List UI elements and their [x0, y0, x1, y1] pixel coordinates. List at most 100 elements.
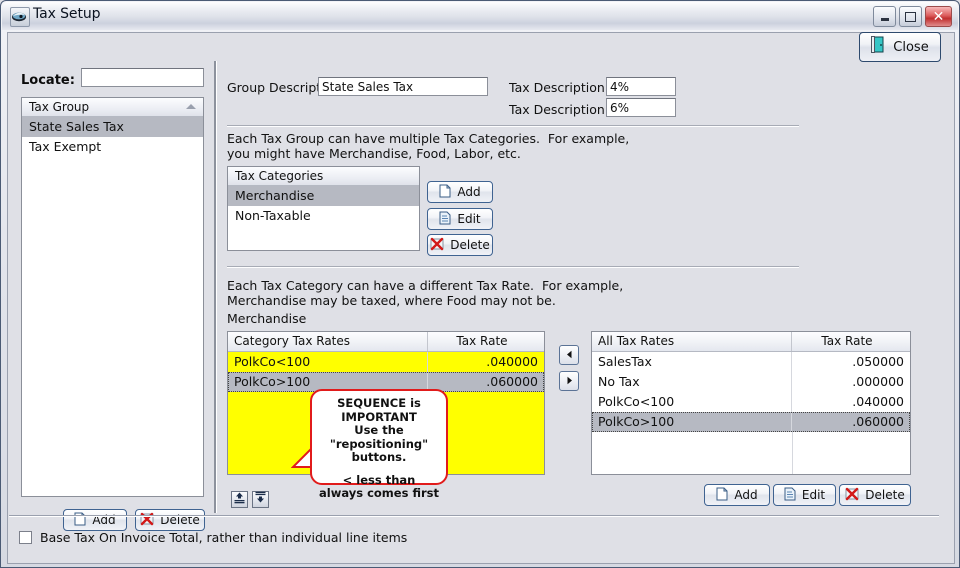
- locate-input[interactable]: [81, 68, 204, 87]
- categories-help-line-2: you might have Merchandise, Food, Labor,…: [227, 146, 521, 161]
- delete-x-icon: [430, 237, 444, 254]
- grid-column-header-rate[interactable]: Tax Rate: [792, 332, 910, 351]
- page-edit-icon: [439, 211, 451, 228]
- base-tax-checkbox[interactable]: [19, 531, 32, 544]
- callout-line-1: SEQUENCE is: [337, 396, 421, 410]
- tax-categories-header-label: Tax Categories: [235, 169, 324, 183]
- category-edit-label: Edit: [457, 212, 481, 226]
- move-up-icon: [233, 491, 246, 509]
- rates-help-line-1: Each Tax Category can have a different T…: [227, 278, 624, 293]
- delete-x-icon: [845, 487, 859, 504]
- group-add-button[interactable]: Add: [63, 509, 127, 531]
- tax-categories-list-header: Tax Categories: [228, 167, 419, 186]
- all-rates-edit-label: Edit: [801, 488, 826, 502]
- all-rates-delete-label: Delete: [865, 488, 905, 502]
- tax-setup-window: Tax Setup ✕ Close Locate: Tax Group Stat…: [0, 0, 960, 568]
- list-item[interactable]: State Sales Tax: [22, 117, 203, 137]
- table-row[interactable]: SalesTax .050000: [592, 352, 910, 372]
- list-item-label: Tax Exempt: [29, 139, 102, 154]
- close-button-label: Close: [893, 39, 929, 55]
- cell-rate-name: No Tax: [592, 372, 792, 392]
- arrow-left-icon: [565, 346, 574, 364]
- list-item-label: Non-Taxable: [235, 208, 311, 223]
- page-edit-icon: [784, 487, 796, 504]
- table-row[interactable]: No Tax .000000: [592, 372, 910, 392]
- cell-rate-name: PolkCo<100: [592, 392, 792, 412]
- move-up-button[interactable]: [231, 491, 248, 508]
- group-description-input[interactable]: [318, 77, 488, 96]
- list-item[interactable]: Non-Taxable: [228, 206, 419, 226]
- close-window-button[interactable]: ✕: [925, 6, 952, 27]
- grid-header-row: Category Tax Rates Tax Rate: [228, 332, 544, 352]
- tax-description-1-label: Tax Description 1:: [509, 80, 621, 95]
- all-rates-add-button[interactable]: Add: [704, 484, 770, 506]
- grid-column-header-name[interactable]: Category Tax Rates: [228, 332, 428, 351]
- category-add-button[interactable]: Add: [427, 181, 493, 203]
- list-item-label: Merchandise: [235, 188, 315, 203]
- callout-line-2: IMPORTANT: [341, 409, 417, 424]
- cell-rate-value: .060000: [852, 414, 904, 429]
- all-tax-rates-grid[interactable]: All Tax Rates Tax Rate SalesTax .050000 …: [591, 331, 911, 475]
- section-divider-middle: [227, 266, 799, 267]
- grid-header-row: All Tax Rates Tax Rate: [592, 332, 910, 352]
- tax-description-2-input[interactable]: [606, 98, 676, 117]
- current-category-label: Merchandise: [227, 311, 307, 326]
- tax-categories-listbox[interactable]: Tax Categories Merchandise Non-Taxable: [227, 166, 420, 251]
- tax-group-listbox[interactable]: Tax Group State Sales Tax Tax Exempt: [21, 97, 204, 497]
- table-row[interactable]: PolkCo<100 .040000: [228, 352, 544, 372]
- all-rates-add-label: Add: [734, 488, 758, 502]
- maximize-button[interactable]: [899, 6, 922, 27]
- grid-column-header-name[interactable]: All Tax Rates: [592, 332, 792, 351]
- title-bar: Tax Setup ✕: [2, 2, 958, 30]
- base-tax-checkbox-label: Base Tax On Invoice Total, rather than i…: [40, 530, 408, 545]
- callout-line-4: buttons.: [351, 450, 407, 464]
- tax-description-1-input[interactable]: [606, 77, 676, 96]
- cell-rate-name: PolkCo<100: [228, 352, 428, 372]
- left-panel: Locate: Tax Group State Sales Tax Tax Ex…: [15, 63, 210, 531]
- list-item[interactable]: Tax Exempt: [22, 137, 203, 157]
- cell-rate-value: .050000: [852, 354, 904, 369]
- close-button[interactable]: Close: [859, 32, 941, 62]
- category-add-label: Add: [457, 185, 481, 199]
- sort-ascending-icon: [186, 104, 196, 109]
- grid-column-header-rate[interactable]: Tax Rate: [428, 332, 544, 351]
- move-left-button[interactable]: [559, 345, 579, 365]
- callout-line-3: Use the "repositioning": [329, 423, 429, 451]
- close-icon: ✕: [932, 8, 945, 25]
- sequence-callout: SEQUENCE is IMPORTANT Use the "repositio…: [310, 389, 448, 500]
- category-edit-button[interactable]: Edit: [427, 208, 493, 230]
- callout-line-5: < less than: [342, 472, 416, 487]
- move-right-button[interactable]: [559, 371, 579, 391]
- all-rates-edit-button[interactable]: Edit: [773, 484, 836, 506]
- app-icon: [10, 7, 30, 27]
- move-down-button[interactable]: [252, 491, 269, 508]
- cell-rate-name: PolkCo>100: [592, 412, 792, 432]
- cell-rate-value: .040000: [852, 394, 904, 409]
- group-delete-button[interactable]: Delete: [135, 509, 205, 531]
- minimize-button[interactable]: [873, 6, 896, 27]
- grid-empty-area: [592, 432, 910, 474]
- section-divider-top: [227, 125, 799, 126]
- list-item[interactable]: Merchandise: [228, 186, 419, 206]
- tax-group-list-header[interactable]: Tax Group: [22, 98, 203, 117]
- cell-rate-name: SalesTax: [592, 352, 792, 372]
- window-controls: ✕: [873, 6, 952, 27]
- list-item-label: State Sales Tax: [29, 119, 124, 134]
- move-down-icon: [254, 491, 267, 509]
- tax-group-header-label: Tax Group: [29, 100, 90, 114]
- page-new-icon: [439, 184, 451, 201]
- rates-help-line-2: Merchandise may be taxed, where Food may…: [227, 293, 556, 308]
- callout-line-6: always comes first: [319, 486, 439, 500]
- category-delete-button[interactable]: Delete: [427, 234, 493, 256]
- cell-rate-value: .060000: [486, 374, 538, 389]
- category-delete-label: Delete: [450, 238, 490, 252]
- all-rates-delete-button[interactable]: Delete: [839, 484, 911, 506]
- table-row[interactable]: PolkCo>100 .060000: [592, 412, 910, 432]
- page-new-icon: [716, 487, 728, 504]
- panel-divider: [214, 61, 217, 513]
- cell-rate-value: .040000: [486, 354, 538, 369]
- table-row[interactable]: PolkCo<100 .040000: [592, 392, 910, 412]
- footer-divider: [9, 515, 939, 516]
- base-tax-checkbox-row[interactable]: Base Tax On Invoice Total, rather than i…: [19, 530, 407, 545]
- categories-help-line-1: Each Tax Group can have multiple Tax Cat…: [227, 131, 630, 146]
